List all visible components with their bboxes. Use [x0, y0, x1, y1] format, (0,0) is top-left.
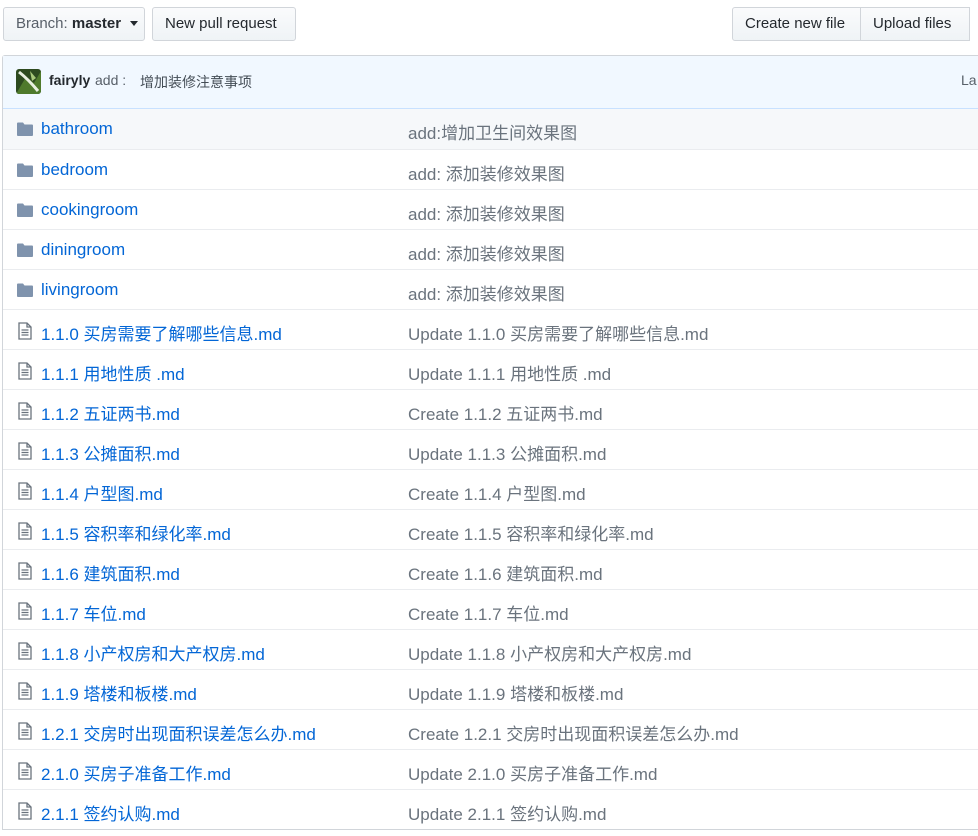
folder-icon — [16, 162, 34, 180]
file-text-icon — [17, 522, 35, 540]
file-link[interactable]: 2.1.0 买房子准备工作.md — [41, 760, 231, 785]
commit-message-link[interactable]: Create 1.1.2 五证两书.md — [408, 400, 603, 425]
file-row: diningroom add: 添加装修效果图 — [3, 229, 978, 269]
file-row: bedroom add: 添加装修效果图 — [3, 149, 978, 189]
file-row: 1.2.1 交房时出现面积误差怎么办.md Create 1.2.1 交房时出现面… — [3, 709, 978, 749]
file-link[interactable]: 1.1.3 公摊面积.md — [41, 440, 180, 465]
commit-message-link[interactable]: add: 添加装修效果图 — [408, 240, 565, 265]
directory-link[interactable]: bathroom — [41, 119, 113, 139]
folder-icon — [16, 282, 34, 300]
file-list-container: fairyly add : 增加装修注意事项 La bathroom add:增加… — [2, 55, 978, 830]
file-row: bathroom add:增加卫生间效果图 — [3, 109, 978, 149]
new-pull-request-button[interactable]: New pull request — [152, 7, 296, 41]
file-text-icon — [17, 322, 35, 340]
directory-link[interactable]: diningroom — [41, 240, 125, 260]
branch-label: Branch: — [16, 15, 68, 32]
commit-message-link[interactable]: Update 2.1.1 签约认购.md — [408, 800, 606, 825]
file-link[interactable]: 1.1.1 用地性质 .md — [41, 360, 185, 385]
caret-down-icon — [130, 21, 139, 26]
file-text-icon — [17, 722, 35, 740]
commit-message-link[interactable]: add: 添加装修效果图 — [408, 200, 565, 225]
directory-link[interactable]: bedroom — [41, 160, 108, 180]
file-row: 1.1.4 户型图.md Create 1.1.4 户型图.md — [3, 469, 978, 509]
commit-message-link[interactable]: add: 添加装修效果图 — [408, 160, 565, 185]
file-row: 1.1.2 五证两书.md Create 1.1.2 五证两书.md — [3, 389, 978, 429]
avatar-image — [16, 69, 41, 94]
file-row: 1.1.3 公摊面积.md Update 1.1.3 公摊面积.md — [3, 429, 978, 469]
file-text-icon — [17, 642, 35, 660]
directory-link[interactable]: livingroom — [41, 280, 118, 300]
file-text-icon — [17, 762, 35, 780]
commit-message-link[interactable]: Create 1.1.7 车位.md — [408, 600, 569, 625]
file-row: 1.1.8 小产权房和大产权房.md Update 1.1.8 小产权房和大产权房… — [3, 629, 978, 669]
file-link[interactable]: 1.1.9 塔楼和板楼.md — [41, 680, 197, 705]
file-row: 1.1.1 用地性质 .md Update 1.1.1 用地性质 .md — [3, 349, 978, 389]
file-text-icon — [17, 562, 35, 580]
branch-select-button[interactable]: Branch: master — [3, 7, 145, 41]
commit-message-link[interactable]: Create 1.1.4 户型图.md — [408, 480, 586, 505]
file-text-icon — [17, 482, 35, 500]
file-link[interactable]: 1.2.1 交房时出现面积误差怎么办.md — [41, 720, 316, 745]
commit-message-link[interactable]: Create 1.2.1 交房时出现面积误差怎么办.md — [408, 720, 739, 745]
file-row: 2.1.1 签约认购.md Update 2.1.1 签约认购.md — [3, 789, 978, 829]
file-text-icon — [17, 442, 35, 460]
file-text-icon — [17, 362, 35, 380]
file-row: livingroom add: 添加装修效果图 — [3, 269, 978, 309]
file-row: 1.1.7 车位.md Create 1.1.7 车位.md — [3, 589, 978, 629]
commit-message-link[interactable]: add:增加卫生间效果图 — [408, 119, 577, 144]
folder-icon — [16, 121, 34, 139]
folder-icon — [16, 242, 34, 260]
file-list: bathroom add:增加卫生间效果图 bedroom add: 添加装修效果图 c… — [3, 109, 978, 829]
commit-message-link[interactable]: Create 1.1.6 建筑面积.md — [408, 560, 603, 585]
commit-message-link[interactable]: Update 1.1.1 用地性质 .md — [408, 360, 611, 385]
file-text-icon — [17, 682, 35, 700]
file-row: 1.1.5 容积率和绿化率.md Create 1.1.5 容积率和绿化率.md — [3, 509, 978, 549]
file-row: 1.1.0 买房需要了解哪些信息.md Update 1.1.0 买房需要了解哪些… — [3, 309, 978, 349]
file-text-icon — [17, 402, 35, 420]
file-link[interactable]: 1.1.5 容积率和绿化率.md — [41, 520, 231, 545]
commit-message-link[interactable]: Update 1.1.3 公摊面积.md — [408, 440, 606, 465]
upload-files-button[interactable]: Upload files — [860, 7, 970, 41]
directory-link[interactable]: cookingroom — [41, 200, 138, 220]
file-link[interactable]: 1.1.7 车位.md — [41, 600, 146, 625]
commit-message-link[interactable]: Update 1.1.9 塔楼和板楼.md — [408, 680, 623, 705]
file-row: 1.1.6 建筑面积.md Create 1.1.6 建筑面积.md — [3, 549, 978, 589]
commit-message-link[interactable]: Update 1.1.0 买房需要了解哪些信息.md — [408, 320, 708, 345]
file-navigation-toolbar: Branch: master New pull request Create n… — [0, 0, 978, 55]
commit-message-link[interactable]: 增加装修注意事项 — [140, 72, 252, 92]
branch-name: master — [71, 15, 122, 32]
file-row: cookingroom add: 添加装修效果图 — [3, 189, 978, 229]
file-row: 2.1.0 买房子准备工作.md Update 2.1.0 买房子准备工作.md — [3, 749, 978, 789]
file-link[interactable]: 1.1.0 买房需要了解哪些信息.md — [41, 320, 282, 345]
file-row: 1.1.9 塔楼和板楼.md Update 1.1.9 塔楼和板楼.md — [3, 669, 978, 709]
commit-author-link[interactable]: fairyly — [49, 72, 90, 88]
commit-time-fragment: La — [961, 72, 977, 88]
commit-message-link[interactable]: add: 添加装修效果图 — [408, 280, 565, 305]
file-link[interactable]: 1.1.4 户型图.md — [41, 480, 163, 505]
commit-message-link[interactable]: Create 1.1.5 容积率和绿化率.md — [408, 520, 654, 545]
commit-message-link[interactable]: Update 2.1.0 买房子准备工作.md — [408, 760, 657, 785]
latest-commit-bar: fairyly add : 增加装修注意事项 La — [3, 56, 978, 109]
folder-icon — [16, 202, 34, 220]
commit-verb: add : — [95, 72, 127, 88]
file-text-icon — [17, 802, 35, 820]
author-avatar[interactable] — [16, 69, 41, 94]
file-link[interactable]: 1.1.8 小产权房和大产权房.md — [41, 640, 265, 665]
file-link[interactable]: 2.1.1 签约认购.md — [41, 800, 180, 825]
create-new-file-button[interactable]: Create new file — [732, 7, 861, 41]
file-link[interactable]: 1.1.2 五证两书.md — [41, 400, 180, 425]
file-text-icon — [17, 602, 35, 620]
commit-message-link[interactable]: Update 1.1.8 小产权房和大产权房.md — [408, 640, 691, 665]
file-link[interactable]: 1.1.6 建筑面积.md — [41, 560, 180, 585]
